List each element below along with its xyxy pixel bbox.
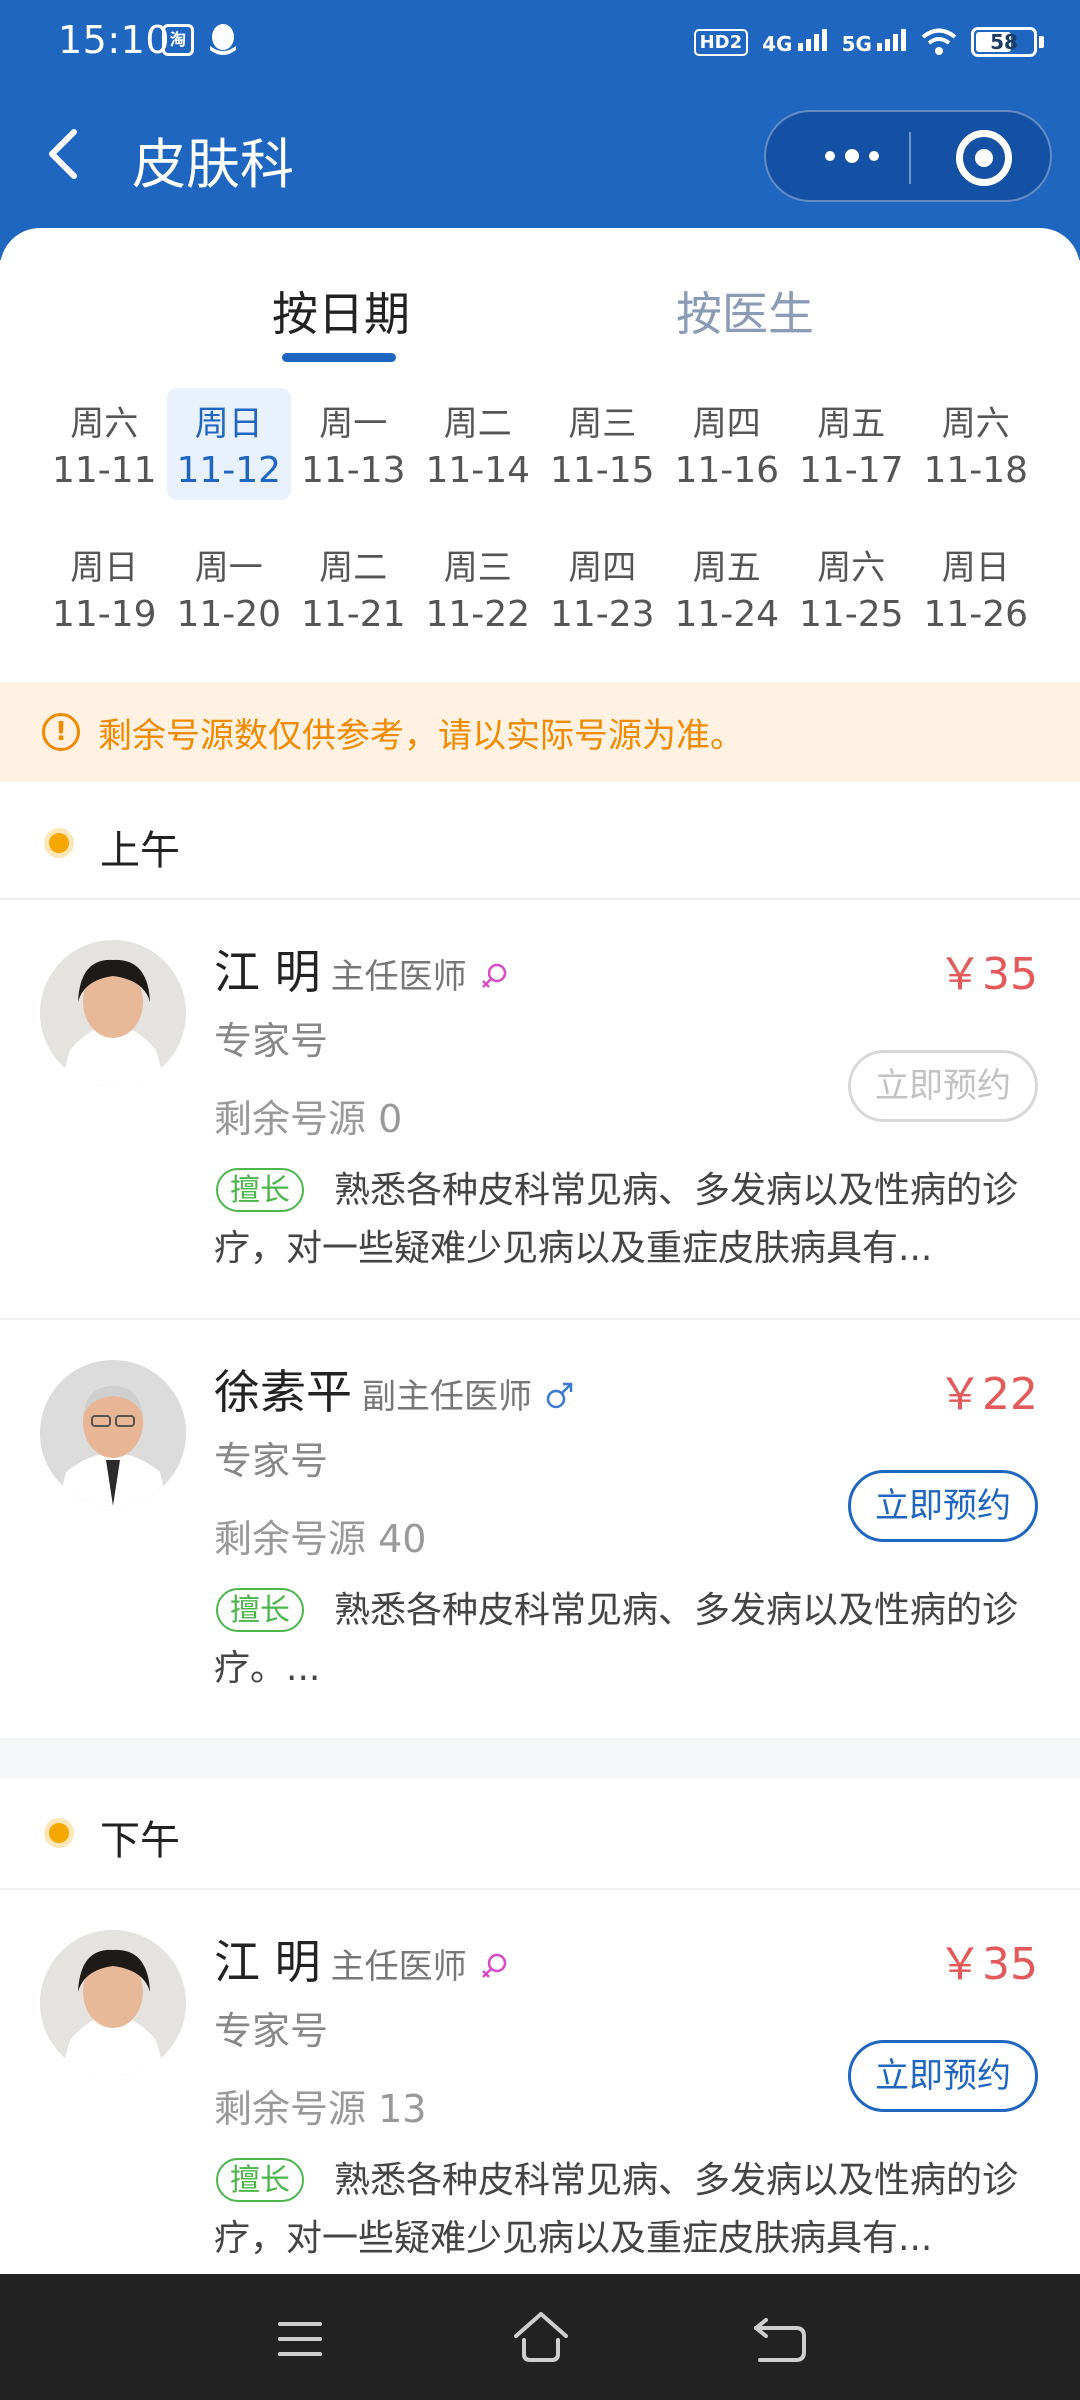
tab-by-date[interactable]: 按日期	[272, 278, 410, 344]
system-navigation-bar	[0, 2274, 1080, 2400]
hd-voice-icon: HD2	[693, 28, 749, 56]
status-time: 15:10	[58, 18, 171, 62]
doctor-card[interactable]: 徐素平 副主任医师 专家号 剩余号源 40 ￥22 立即预约 熟悉各种皮科常见病、…	[0, 1320, 1080, 1740]
doctor-avatar	[40, 940, 186, 1086]
date-cell[interactable]: 周一 11-13	[291, 388, 416, 500]
home-icon[interactable]	[512, 2310, 570, 2364]
battery-cap	[1039, 36, 1044, 48]
doctor-name: 徐素平	[214, 1365, 352, 1419]
date-cell[interactable]: 周四 11-23	[540, 532, 665, 644]
period-header-afternoon: 下午	[0, 1778, 1080, 1890]
remaining-slots: 剩余号源 0	[214, 1097, 403, 1141]
doctor-card[interactable]: 江 明主任医师 专家号 剩余号源 13 ￥35 立即预约 熟悉各种皮科常见病、多…	[0, 1890, 1080, 2274]
taobao-notification-icon: 淘	[162, 24, 194, 56]
book-now-button[interactable]: 立即预约	[848, 2040, 1038, 2112]
period-dot-icon	[44, 1818, 74, 1848]
doctor-avatar	[40, 1360, 186, 1506]
remaining-slots: 剩余号源 13	[214, 2087, 427, 2131]
price: ￥35	[938, 949, 1038, 1000]
date-cell[interactable]: 周三 11-22	[416, 532, 541, 644]
recent-apps-icon[interactable]	[276, 2320, 324, 2358]
date-cell[interactable]: 周日 11-19	[42, 532, 167, 644]
date-cell[interactable]: 周日 11-26	[914, 532, 1039, 644]
remaining-slots: 剩余号源 40	[214, 1517, 427, 1561]
date-cell[interactable]: 周六 11-25	[789, 532, 914, 644]
capsule-divider	[909, 132, 911, 184]
period-label: 上午	[100, 828, 180, 874]
miniprogram-capsule	[764, 110, 1052, 202]
date-cell[interactable]: 周四 11-16	[665, 388, 790, 500]
doctor-name-line: 江 明主任医师	[214, 936, 509, 1002]
specialty-tag: 擅长	[216, 1168, 304, 1212]
specialty-tag: 擅长	[216, 2158, 304, 2202]
battery-icon: 58	[971, 27, 1037, 57]
status-indicators: HD2 4G 5G 58	[693, 20, 1044, 64]
period-header-morning: 上午	[0, 788, 1080, 900]
period-dot-icon	[44, 828, 74, 858]
notice-text: 剩余号源数仅供参考，请以实际号源为准。	[98, 715, 744, 756]
page-title: 皮肤科	[132, 133, 294, 196]
date-row: 周六 11-11 周日 11-12 周一 11-13 周二 11-14 周三 11-15 …	[42, 388, 1038, 500]
signal-4g-icon: 4G	[762, 29, 827, 55]
male-icon	[546, 1382, 573, 1408]
book-now-button[interactable]: 立即预约	[848, 1050, 1038, 1122]
date-row: 周日 11-19 周一 11-20 周二 11-21 周三 11-22 周四 11-23 …	[42, 532, 1038, 635]
date-cell[interactable]: 周三 11-15	[540, 388, 665, 500]
doctor-title: 副主任医师	[362, 1377, 532, 1417]
price: ￥35	[938, 1939, 1038, 1990]
content-sheet: 按日期 按医生 周六 11-11 周日 11-12 周一 11-13 周二 11-14 …	[0, 228, 1080, 2274]
date-cell[interactable]: 周六 11-18	[914, 388, 1039, 500]
date-cell[interactable]: 周二 11-14	[416, 388, 541, 500]
specialty-tag: 擅长	[216, 1588, 304, 1632]
back-arrow-icon[interactable]	[36, 122, 92, 186]
tab-by-doctor[interactable]: 按医生	[676, 278, 814, 344]
date-cell[interactable]: 周二 11-21	[291, 532, 416, 644]
info-warning-icon: !	[42, 713, 80, 751]
doctor-title: 主任医师	[330, 1947, 467, 1987]
date-cell[interactable]: 周五 11-17	[789, 388, 914, 500]
price: ￥22	[938, 1369, 1038, 1420]
specialty-description: 熟悉各种皮科常见病、多发病以及性病的诊疗。...	[214, 1590, 1019, 1689]
date-picker: 周六 11-11 周日 11-12 周一 11-13 周二 11-14 周三 11-15 …	[42, 388, 1038, 676]
system-back-icon[interactable]	[752, 2316, 808, 2362]
registration-type: 专家号	[214, 1439, 329, 1483]
wifi-icon	[921, 28, 957, 55]
more-menu-icon[interactable]	[802, 112, 902, 200]
date-cell[interactable]: 周五 11-24	[665, 532, 790, 644]
doctor-name-line: 徐素平 副主任医师	[214, 1356, 574, 1422]
doctor-title: 主任医师	[330, 957, 467, 997]
doctor-name: 江 明	[214, 945, 321, 999]
section-divider	[0, 1738, 1080, 1778]
specialty-description: 熟悉各种皮科常见病、多发病以及性病的诊疗，对一些疑难少见病以及重症皮肤病具有..…	[214, 1170, 1019, 1269]
doctor-name-line: 江 明主任医师	[214, 1926, 509, 1992]
date-cell[interactable]: 周一 11-20	[167, 532, 292, 644]
registration-type: 专家号	[214, 2009, 329, 2053]
status-bar: 15:10 淘 HD2 4G 5G 58	[0, 0, 1080, 84]
period-label: 下午	[100, 1818, 180, 1864]
date-cell-selected[interactable]: 周日 11-12	[166, 388, 291, 500]
doctor-avatar	[40, 1930, 186, 2076]
doctor-card[interactable]: 江 明主任医师 专家号 剩余号源 0 ￥35 立即预约 熟悉各种皮科常见病、多发…	[0, 900, 1080, 1320]
active-tab-indicator	[282, 353, 396, 362]
doctor-name: 江 明	[214, 1935, 321, 1989]
female-icon	[481, 1953, 506, 1978]
registration-type: 专家号	[214, 1019, 329, 1063]
date-cell[interactable]: 周六 11-11	[42, 388, 167, 500]
view-tabs: 按日期 按医生	[0, 228, 1080, 368]
female-icon	[481, 963, 506, 988]
signal-5g-icon: 5G	[842, 29, 907, 55]
specialty-description: 熟悉各种皮科常见病、多发病以及性病的诊疗，对一些疑难少见病以及重症皮肤病具有..…	[214, 2160, 1019, 2259]
book-now-button[interactable]: 立即预约	[848, 1470, 1038, 1542]
notice-banner: ! 剩余号源数仅供参考，请以实际号源为准。	[0, 682, 1080, 782]
close-miniprogram-icon[interactable]	[956, 130, 1012, 186]
qq-notification-icon	[210, 24, 236, 55]
nav-bar: 皮肤科	[0, 96, 1080, 216]
